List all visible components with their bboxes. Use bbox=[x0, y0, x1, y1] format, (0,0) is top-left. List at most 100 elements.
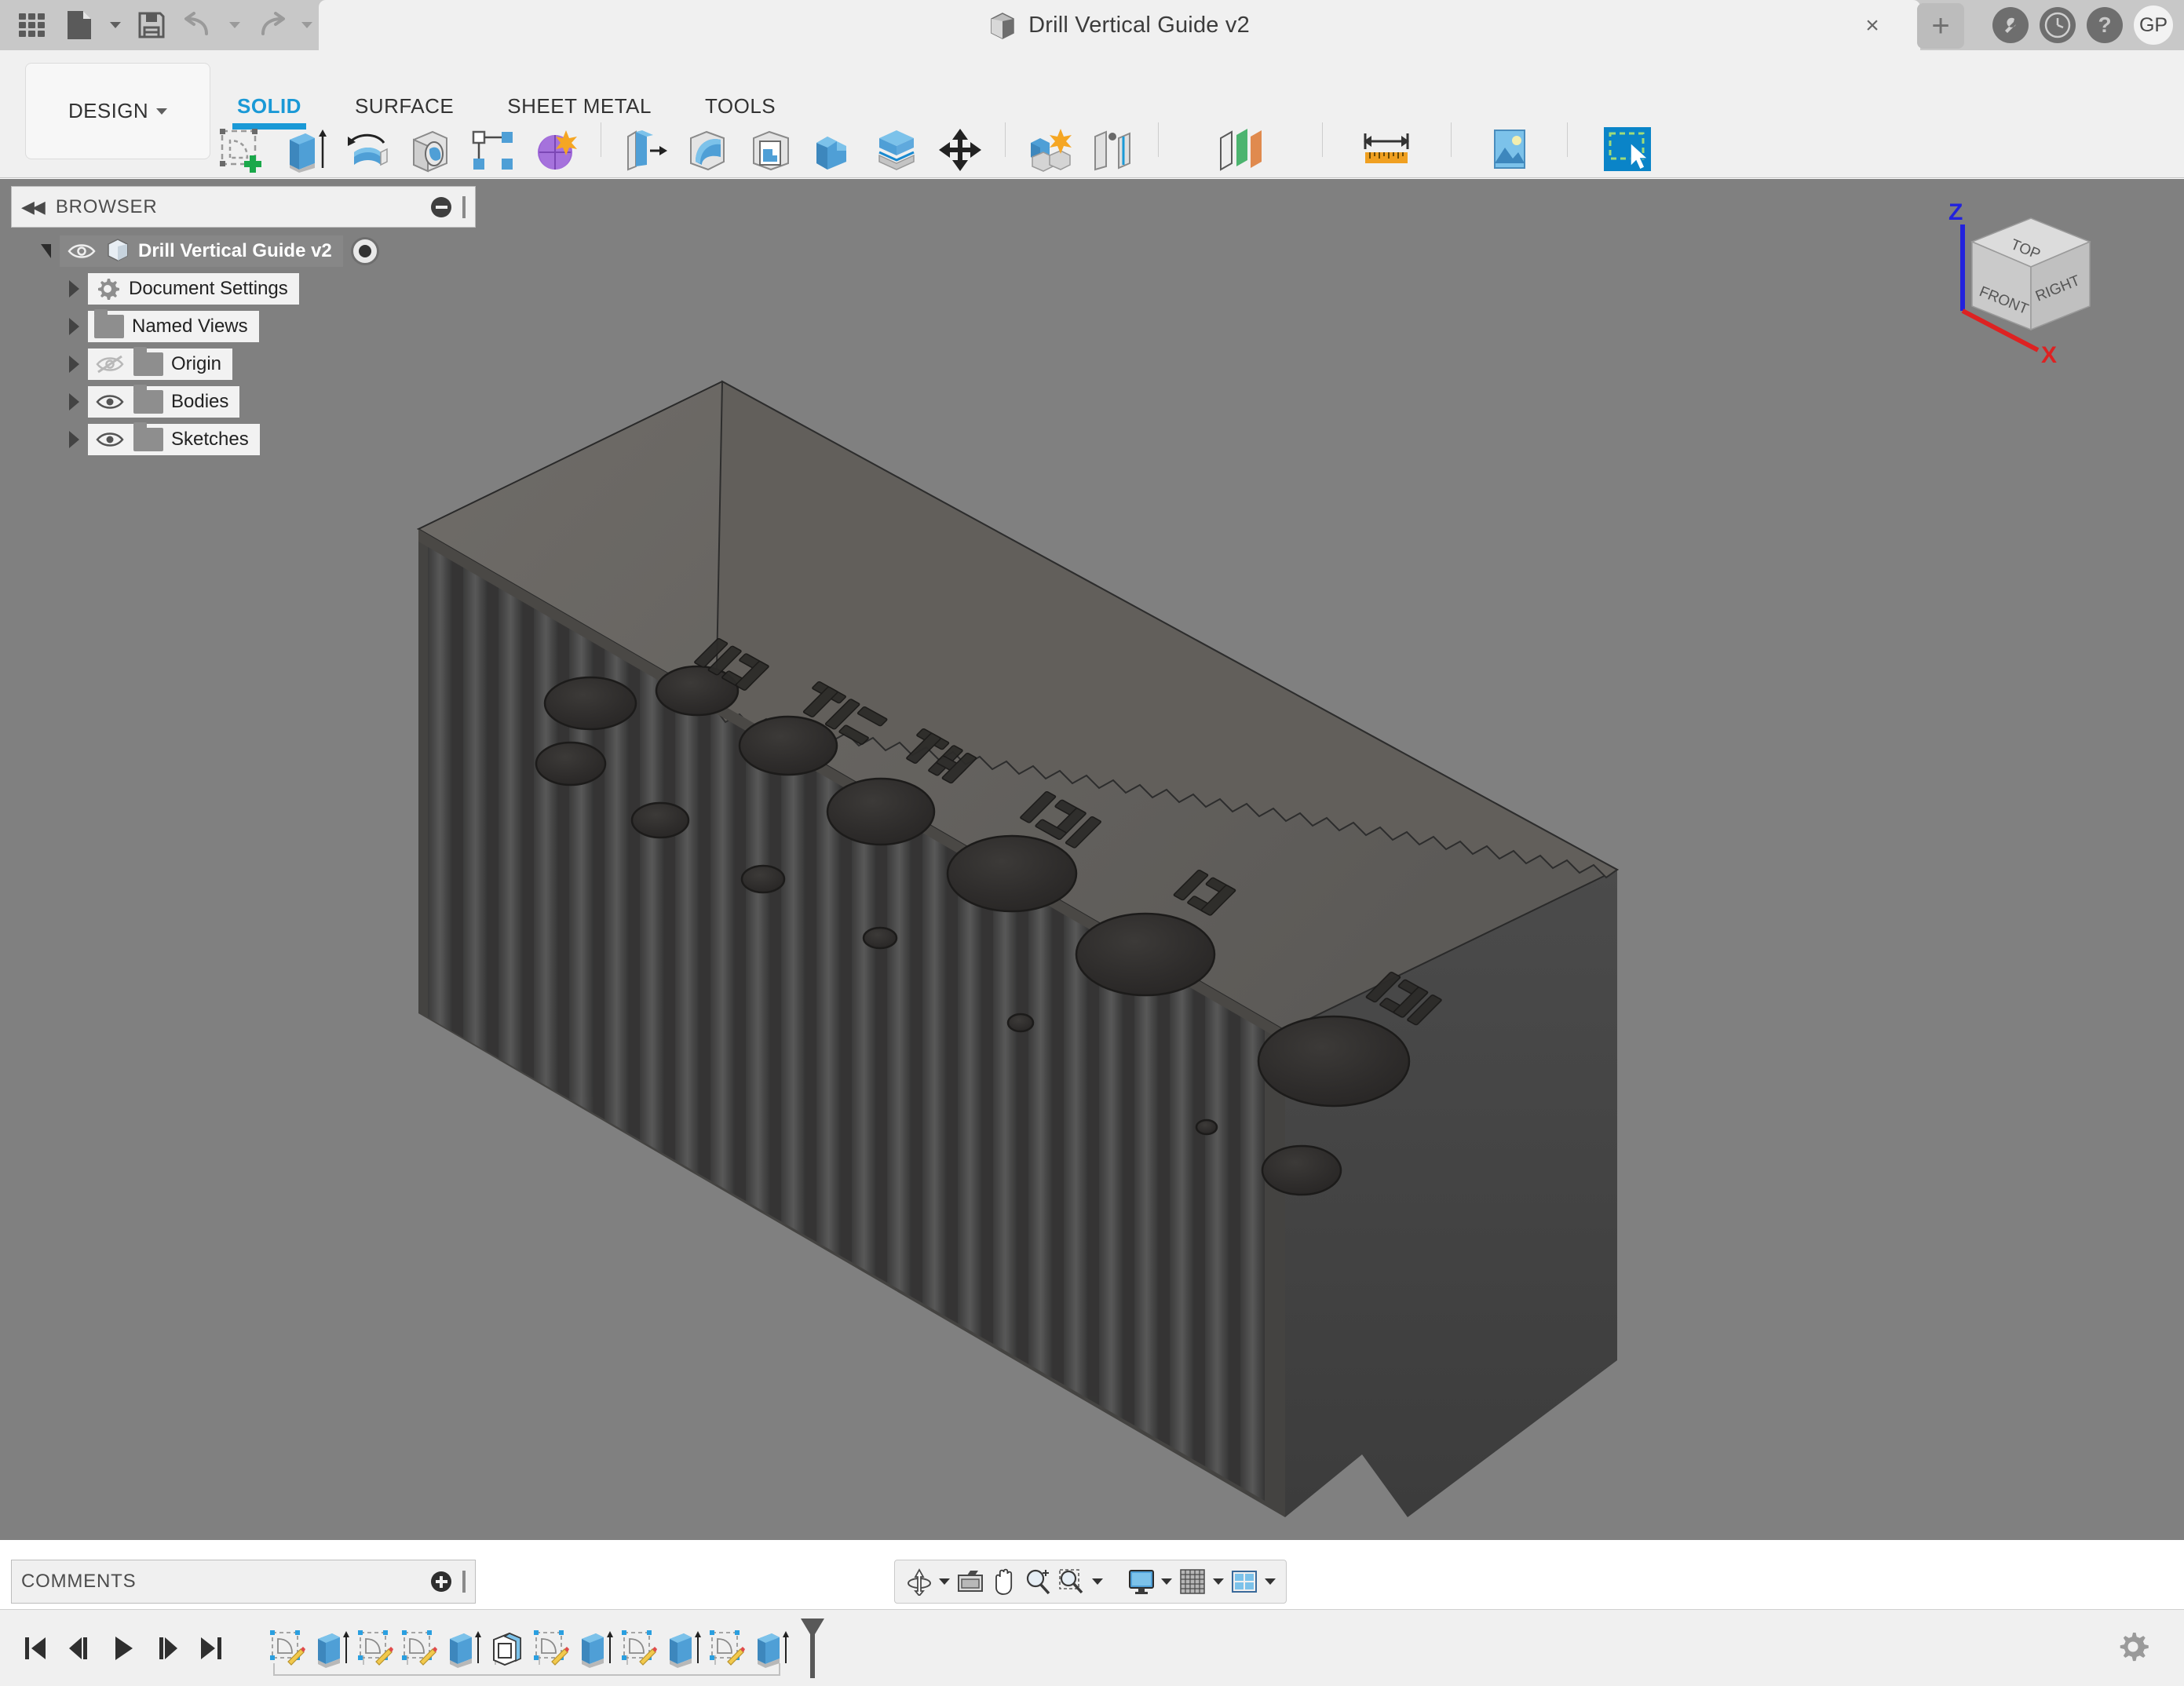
viewports-dropdown[interactable] bbox=[1262, 1564, 1278, 1600]
step-forward-icon[interactable] bbox=[149, 1627, 185, 1670]
browser-item-chip[interactable]: Origin bbox=[88, 347, 233, 380]
pattern-icon[interactable] bbox=[464, 121, 522, 179]
visibility-eye-icon[interactable] bbox=[94, 391, 126, 413]
clock-icon[interactable] bbox=[2040, 7, 2076, 43]
timeline-feature-shell[interactable] bbox=[487, 1624, 528, 1673]
play-icon[interactable] bbox=[105, 1627, 141, 1670]
display-settings-icon[interactable] bbox=[1125, 1564, 1157, 1600]
collapse-panel-icon[interactable]: ◀◀ bbox=[21, 197, 46, 217]
timeline-feature-sketch[interactable] bbox=[619, 1624, 659, 1673]
new-file-dropdown[interactable] bbox=[105, 4, 126, 46]
save-icon[interactable] bbox=[130, 4, 173, 46]
timeline-feature-sketch[interactable] bbox=[531, 1624, 572, 1673]
revolve-icon[interactable] bbox=[338, 121, 396, 179]
sweep-icon[interactable] bbox=[401, 121, 459, 179]
timeline-marker[interactable] bbox=[799, 1617, 824, 1680]
browser-item-chip[interactable]: Document Settings bbox=[88, 273, 299, 305]
redo-dropdown[interactable] bbox=[297, 4, 317, 46]
close-icon[interactable]: × bbox=[1861, 14, 1884, 38]
help-icon[interactable]: ? bbox=[2087, 7, 2123, 43]
visibility-eye-icon[interactable] bbox=[66, 240, 97, 262]
undo-dropdown[interactable] bbox=[225, 4, 245, 46]
expand-twisty-icon[interactable] bbox=[60, 318, 88, 335]
viewports-icon[interactable] bbox=[1228, 1564, 1260, 1600]
tab-sheet-metal[interactable]: SHEET METAL bbox=[480, 94, 678, 119]
browser-item-chip[interactable]: Named Views bbox=[88, 309, 259, 342]
move-copy-icon[interactable] bbox=[931, 121, 989, 179]
form-icon[interactable] bbox=[527, 121, 585, 179]
visibility-eye-icon[interactable] bbox=[94, 429, 126, 451]
timeline-feature-sketch[interactable] bbox=[707, 1624, 747, 1673]
shell-icon[interactable] bbox=[743, 121, 801, 179]
zoom-icon[interactable] bbox=[1022, 1564, 1054, 1600]
expand-twisty-icon[interactable] bbox=[60, 393, 88, 411]
go-to-end-icon[interactable] bbox=[193, 1627, 229, 1670]
timeline-feature-sketch[interactable] bbox=[399, 1624, 440, 1673]
browser-item-sketches[interactable]: Sketches bbox=[11, 421, 482, 458]
tab-solid[interactable]: SOLID bbox=[210, 94, 328, 130]
add-comment-icon[interactable] bbox=[431, 1571, 451, 1592]
offset-plane-icon[interactable] bbox=[1211, 121, 1269, 179]
extrude-icon[interactable] bbox=[276, 121, 334, 179]
timeline-feature-sketch[interactable] bbox=[355, 1624, 396, 1673]
zoom-window-dropdown[interactable] bbox=[1090, 1564, 1106, 1600]
timeline-feature-extrude[interactable] bbox=[575, 1624, 615, 1673]
tab-surface[interactable]: SURFACE bbox=[328, 94, 480, 119]
document-tab[interactable]: Drill Vertical Guide v2 × bbox=[319, 0, 1920, 50]
timeline-feature-extrude[interactable] bbox=[311, 1624, 352, 1673]
grid-snaps-icon[interactable] bbox=[1177, 1564, 1209, 1600]
zoom-window-icon[interactable] bbox=[1056, 1564, 1088, 1600]
timeline-feature-sketch[interactable] bbox=[267, 1624, 308, 1673]
expand-twisty-icon[interactable] bbox=[60, 356, 88, 373]
workspace-selector[interactable]: DESIGN bbox=[25, 63, 210, 159]
pan-icon[interactable] bbox=[988, 1564, 1021, 1600]
expand-twisty-icon[interactable] bbox=[31, 244, 60, 258]
measure-icon[interactable] bbox=[1357, 121, 1415, 179]
browser-item-chip[interactable]: Drill Vertical Guide v2 bbox=[60, 235, 343, 267]
tab-tools[interactable]: TOOLS bbox=[678, 94, 802, 119]
insert-image-icon[interactable] bbox=[1480, 121, 1538, 179]
redo-icon[interactable] bbox=[250, 4, 292, 46]
look-at-icon[interactable] bbox=[955, 1564, 987, 1600]
new-file-icon[interactable] bbox=[58, 4, 100, 46]
step-backward-icon[interactable] bbox=[61, 1627, 97, 1670]
minimize-icon[interactable] bbox=[431, 196, 451, 217]
orbit-dropdown[interactable] bbox=[937, 1564, 953, 1600]
ribbon-tabs: SOLID SURFACE SHEET METAL TOOLS bbox=[210, 94, 802, 130]
grid-snaps-dropdown[interactable] bbox=[1211, 1564, 1227, 1600]
browser-item-bodies[interactable]: Bodies bbox=[11, 383, 482, 421]
browser-item-chip[interactable]: Bodies bbox=[88, 385, 240, 418]
timeline-feature-extrude[interactable] bbox=[663, 1624, 703, 1673]
visibility-eye-hidden-icon[interactable] bbox=[94, 353, 126, 375]
new-component-icon[interactable] bbox=[1021, 121, 1079, 179]
browser-item-drill-vertical-guide-v2[interactable]: Drill Vertical Guide v2 bbox=[11, 232, 482, 270]
settings-gear-icon[interactable] bbox=[2115, 1629, 2151, 1665]
undo-icon[interactable] bbox=[177, 4, 220, 46]
press-pull-icon[interactable] bbox=[617, 121, 675, 179]
activate-component-radio[interactable] bbox=[350, 237, 379, 265]
wrench-icon[interactable] bbox=[1992, 7, 2029, 43]
browser-item-document-settings[interactable]: Document Settings bbox=[11, 270, 482, 308]
timeline-feature-extrude[interactable] bbox=[443, 1624, 484, 1673]
browser-item-chip[interactable]: Sketches bbox=[88, 422, 260, 455]
timeline-feature-extrude[interactable] bbox=[751, 1624, 791, 1673]
fillet-icon[interactable] bbox=[680, 121, 738, 179]
expand-twisty-icon[interactable] bbox=[60, 431, 88, 448]
offset-face-icon[interactable] bbox=[868, 121, 926, 179]
browser-item-origin[interactable]: Origin bbox=[11, 345, 482, 383]
view-cube[interactable]: Z X TOP FRONT RIGHT bbox=[1941, 195, 2121, 375]
orbit-icon[interactable] bbox=[903, 1564, 935, 1600]
panel-resize-handle[interactable] bbox=[462, 195, 466, 218]
new-tab-button[interactable]: + bbox=[1917, 3, 1964, 49]
browser-item-named-views[interactable]: Named Views bbox=[11, 308, 482, 345]
panel-resize-handle[interactable] bbox=[462, 1571, 466, 1593]
create-sketch-icon[interactable] bbox=[213, 121, 271, 179]
avatar[interactable]: GP bbox=[2134, 5, 2173, 45]
expand-twisty-icon[interactable] bbox=[60, 280, 88, 297]
display-settings-dropdown[interactable] bbox=[1159, 1564, 1175, 1600]
combine-icon[interactable] bbox=[805, 121, 864, 179]
select-window-icon[interactable] bbox=[1598, 121, 1656, 179]
go-to-beginning-icon[interactable] bbox=[17, 1627, 53, 1670]
joint-icon[interactable] bbox=[1084, 121, 1142, 179]
app-grid-icon[interactable] bbox=[11, 4, 53, 46]
